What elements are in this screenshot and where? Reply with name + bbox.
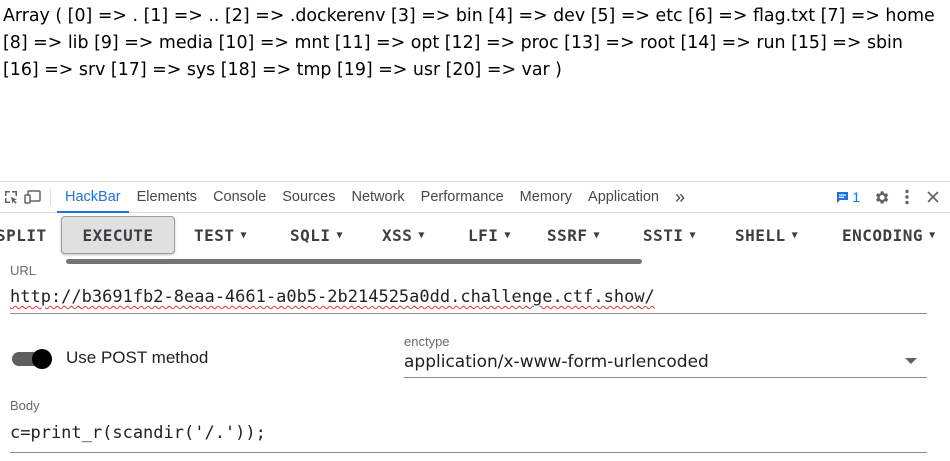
body-input-underline — [10, 452, 927, 453]
shell-menu[interactable]: SHELL ▼ — [735, 226, 798, 245]
caret-down-icon: ▼ — [593, 230, 601, 241]
tab-elements[interactable]: Elements — [129, 182, 205, 213]
more-options-icon[interactable] — [896, 186, 918, 208]
more-tabs-icon[interactable]: » — [667, 182, 693, 213]
tab-separator — [50, 188, 51, 206]
post-method-toggle[interactable] — [12, 349, 54, 369]
devtools-right-controls: 1 — [830, 186, 950, 208]
ssti-menu-label: SSTI — [643, 226, 684, 245]
tab-performance[interactable]: Performance — [413, 182, 512, 213]
tab-memory[interactable]: Memory — [512, 182, 580, 213]
caret-down-icon: ▼ — [418, 230, 425, 241]
tab-application[interactable]: Application — [580, 182, 667, 213]
url-input[interactable]: http://b3691fb2-8eaa-4661-a0b5-2b214525a… — [10, 287, 655, 307]
body-label: Body — [10, 398, 40, 413]
tab-hackbar[interactable]: HackBar — [57, 182, 129, 213]
caret-down-icon: ▼ — [336, 230, 344, 241]
enctype-select[interactable]: application/x-www-form-urlencoded — [404, 352, 709, 372]
url-input-underline — [10, 313, 927, 314]
split-button[interactable]: SPLIT — [0, 226, 47, 245]
post-method-label: Use POST method — [66, 348, 209, 367]
issues-badge[interactable]: 1 — [830, 189, 866, 205]
test-menu[interactable]: TEST ▼ — [194, 226, 247, 245]
tab-console[interactable]: Console — [205, 182, 274, 213]
xss-menu[interactable]: XSS ▼ — [382, 226, 425, 245]
toolbar-scrollbar[interactable] — [66, 259, 642, 264]
inspect-element-icon[interactable] — [0, 186, 22, 208]
encoding-menu-label: ENCODING — [842, 226, 924, 245]
encoding-menu[interactable]: ENCODING ▼ — [842, 226, 936, 245]
caret-down-icon: ▼ — [791, 230, 799, 241]
body-input[interactable]: c=print_r(scandir('/.')); — [10, 423, 266, 443]
ssrf-menu[interactable]: SSRF ▼ — [547, 226, 600, 245]
ssrf-menu-label: SSRF — [547, 226, 588, 245]
dropdown-arrow-icon[interactable] — [905, 358, 917, 364]
hackbar-toolbar: SPLIT EXECUTE TEST ▼ SQLI ▼ XSS ▼ LFI ▼ SSRF… — [0, 214, 950, 258]
lfi-menu-label: LFI — [468, 226, 499, 245]
enctype-select-underline — [404, 377, 927, 378]
tab-sources[interactable]: Sources — [274, 182, 343, 213]
url-label: URL — [10, 263, 37, 278]
caret-down-icon: ▼ — [929, 230, 936, 241]
sqli-menu-label: SQLI — [290, 226, 331, 245]
toggle-thumb — [32, 349, 52, 369]
test-menu-label: TEST — [194, 226, 235, 245]
caret-down-icon: ▼ — [689, 230, 697, 241]
shell-menu-label: SHELL — [735, 226, 786, 245]
page-output-text: Array ( [0] => . [1] => .. [2] => .docke… — [3, 6, 935, 80]
enctype-label: enctype — [404, 334, 450, 349]
devtools-tab-bar: HackBar Elements Console Sources Network… — [0, 181, 950, 213]
device-toolbar-icon[interactable] — [22, 186, 44, 208]
close-icon[interactable] — [922, 186, 944, 208]
issues-count: 1 — [852, 189, 860, 205]
body-input-text: c=print_r(scandir('/.')); — [10, 423, 266, 443]
sqli-menu[interactable]: SQLI ▼ — [290, 226, 343, 245]
message-icon — [837, 191, 849, 203]
lfi-menu[interactable]: LFI ▼ — [468, 226, 511, 245]
gear-icon[interactable] — [870, 186, 892, 208]
tab-network[interactable]: Network — [343, 182, 412, 213]
caret-down-icon: ▼ — [240, 230, 248, 241]
xss-menu-label: XSS — [382, 226, 413, 245]
execute-button[interactable]: EXECUTE — [61, 216, 175, 254]
caret-down-icon: ▼ — [504, 230, 511, 241]
ssti-menu[interactable]: SSTI ▼ — [643, 226, 696, 245]
